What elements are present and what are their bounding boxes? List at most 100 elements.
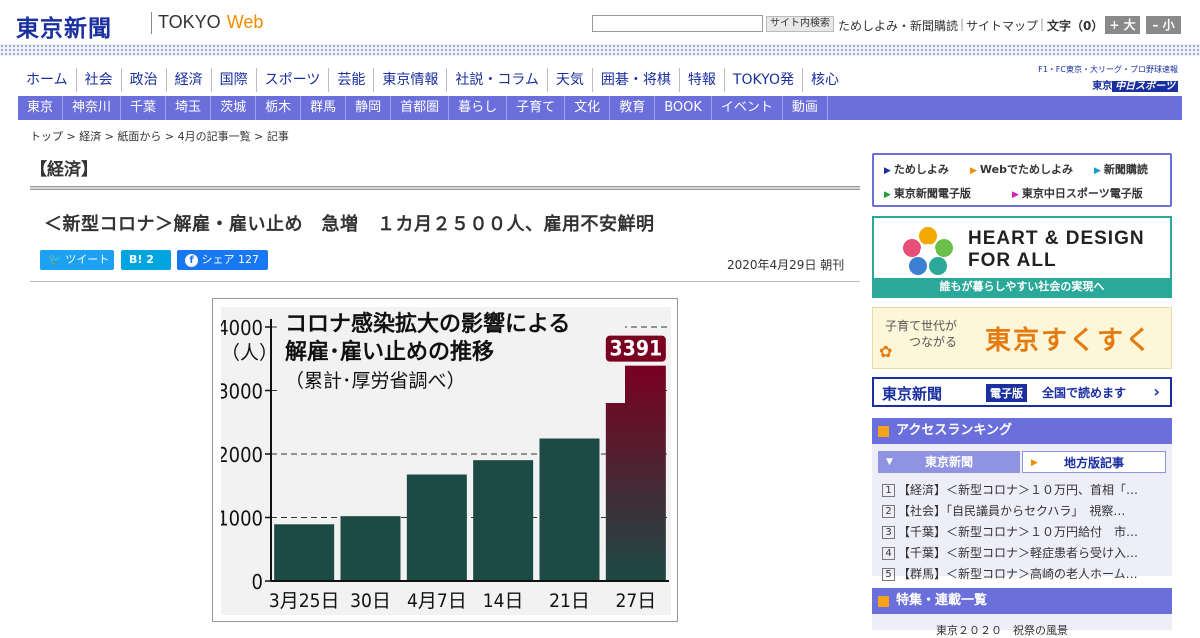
main-nav-item[interactable]: スポーツ xyxy=(257,68,330,92)
facebook-share-button[interactable]: f シェア 127 xyxy=(177,250,268,270)
tab-tokyo-label: 東京新聞 xyxy=(924,455,973,469)
trial-subscribe-link[interactable]: ためしよみ・新聞購読 xyxy=(838,17,958,34)
sitemap-link[interactable]: サイトマップ xyxy=(966,17,1038,34)
logo-divider xyxy=(151,12,152,34)
main-nav-item[interactable]: 政治 xyxy=(122,68,167,92)
promo-chunichi-digital-link[interactable]: ▶ 東京中日スポーツ電子版 xyxy=(1012,185,1143,201)
sub-nav-item[interactable]: 文化 xyxy=(565,96,611,120)
header-dotted-divider xyxy=(0,44,1200,56)
fb-share-label: シェア xyxy=(201,253,235,266)
main-nav-item[interactable]: TOKYO発 xyxy=(725,68,803,92)
ranking-text: 【千葉】＜新型コロナ＞軽症患者ら受け入… xyxy=(898,546,1139,560)
main-nav-item[interactable]: 東京情報 xyxy=(374,68,448,92)
breadcrumb-separator: > xyxy=(161,130,178,143)
main-nav-item[interactable]: 囲碁・将棋 xyxy=(593,68,680,92)
tokyo-web-logo[interactable]: TOKYO Web xyxy=(158,12,263,33)
sub-nav-item[interactable]: 栃木 xyxy=(256,96,302,120)
promo-web-trial-link[interactable]: ▶ Webでためしよみ xyxy=(970,161,1073,177)
ranking-item[interactable]: 4 【千葉】＜新型コロナ＞軽症患者ら受け入… xyxy=(882,544,1162,561)
sub-nav-item[interactable]: 子育て xyxy=(507,96,566,120)
facebook-f-icon: f xyxy=(185,254,198,267)
promo-trial-link[interactable]: ▶ ためしよみ xyxy=(884,161,949,177)
feature-item-partial[interactable]: 東京２０２０ 祝祭の風景 xyxy=(936,622,1068,638)
chunichi-sports-link[interactable]: F1・FC東京・大リーグ・プロ野球速報 東京 中日スポーツ xyxy=(1026,64,1178,92)
main-nav-item[interactable]: 芸能 xyxy=(329,68,375,92)
ranking-item[interactable]: 5 【群馬】＜新型コロナ＞高崎の老人ホーム… xyxy=(882,565,1162,582)
promo-digital-link[interactable]: ▶ 東京新聞電子版 xyxy=(884,185,971,201)
sub-nav-item[interactable]: 暮らし xyxy=(449,96,508,120)
font-smaller-button[interactable]: – 小 xyxy=(1146,16,1181,34)
promo-subscribe-label: 新聞購読 xyxy=(1103,163,1148,176)
feature-header: 特集・連載一覧 xyxy=(872,588,1172,614)
main-nav-item[interactable]: 特報 xyxy=(680,68,725,92)
main-nav-item[interactable]: 核心 xyxy=(803,68,847,92)
sub-nav-item[interactable]: 東京 xyxy=(18,96,64,120)
ranking-item[interactable]: 1 【経済】＜新型コロナ＞１０万円、首相「… xyxy=(882,481,1162,498)
hd-line2: FOR ALL xyxy=(968,250,1057,271)
sub-nav-item[interactable]: BOOK xyxy=(655,96,712,120)
tab-tokyo-shimbun[interactable]: ▼ 東京新聞 xyxy=(878,451,1020,473)
x-tick-label: 27日 xyxy=(615,590,656,612)
publish-date: 2020年4月29日 朝刊 xyxy=(727,258,845,272)
square-bullet-icon xyxy=(878,596,889,607)
promo-subscribe-link[interactable]: ▶ 新聞購読 xyxy=(1094,161,1148,177)
font-larger-button[interactable]: + 大 xyxy=(1105,16,1140,34)
main-nav-item[interactable]: 社会 xyxy=(77,68,122,92)
digital-edition-banner[interactable]: 東京新聞 電子版 全国で読めます › xyxy=(872,377,1172,407)
fb-share-count: 127 xyxy=(238,253,259,266)
ranking-item[interactable]: 3 【千葉】＜新型コロナ＞１０万円給付 市… xyxy=(882,523,1162,540)
sub-nav-item[interactable]: 神奈川 xyxy=(63,96,122,120)
main-nav-item[interactable]: 経済 xyxy=(167,68,212,92)
bar xyxy=(406,474,467,581)
breadcrumb-separator: > xyxy=(250,130,267,143)
heart-design-banner[interactable]: HEART & DESIGN FOR ALL 誰もが暮らしやすい社会の実現へ xyxy=(872,216,1172,298)
sub-nav: 東京 神奈川 千葉 埼玉 茨城 栃木 群馬 静岡 首都圏 暮らし 子育て 文化 教育 BOOK イベント 動画 xyxy=(18,96,1182,120)
sub-nav-item[interactable]: 茨城 xyxy=(211,96,257,120)
site-logo[interactable]: 東京新聞 xyxy=(16,9,112,43)
subscription-promo-box: ▶ ためしよみ ▶ Webでためしよみ ▶ 新聞購読 ▶ 東京新聞電子版 ▶ 東京中日スポ… xyxy=(872,153,1172,207)
x-tick-label: 4月7日 xyxy=(407,590,467,612)
ranking-text: 【群馬】＜新型コロナ＞高崎の老人ホーム… xyxy=(898,567,1138,581)
hatena-count: 2 xyxy=(146,253,154,266)
ranking-number: 5 xyxy=(882,568,895,581)
breadcrumb-item: 記事 xyxy=(266,130,289,143)
site-search-button[interactable]: サイト内検索 xyxy=(766,16,834,32)
sub-nav-item[interactable]: 首都圏 xyxy=(391,96,450,120)
logo-web-text: Web xyxy=(226,12,264,32)
tweet-button[interactable]: 🐦 ツイート xyxy=(40,250,114,270)
promo-trial-label: ためしよみ xyxy=(893,163,949,176)
main-nav-item[interactable]: 国際 xyxy=(212,68,257,92)
sukusuku-title: 東京すくすく xyxy=(985,326,1154,356)
main-nav-item[interactable]: 社説・コラム xyxy=(447,68,548,92)
tokyo-sukusuku-banner[interactable]: 子育て世代が つながる ✿ 東京すくすく xyxy=(872,307,1172,369)
sub-nav-item[interactable]: 千葉 xyxy=(121,96,167,120)
sub-nav-item[interactable]: 埼玉 xyxy=(166,96,212,120)
highlight-value-label: 3391 xyxy=(610,337,663,361)
link-separator: | xyxy=(960,17,965,31)
search-input[interactable] xyxy=(592,15,763,32)
main-nav: ホーム 社会 政治 経済 国際 スポーツ 芸能 東京情報 社説・コラム 天気 囲碁・将棋 特報 TOKY… xyxy=(18,68,847,92)
tab-local-edition[interactable]: ▶ 地方版記事 xyxy=(1022,451,1166,473)
breadcrumb-item[interactable]: 経済 xyxy=(79,130,101,143)
ranking-item[interactable]: 2 【社会】「自民議員からセクハラ」 視察… xyxy=(882,502,1162,519)
ranking-title: アクセスランキング xyxy=(896,423,1012,438)
sub-nav-item[interactable]: イベント xyxy=(712,96,783,120)
triangle-right-icon: ▶ xyxy=(884,166,891,176)
denshi-tag: 電子版 xyxy=(986,384,1027,402)
promo-chunichi-digital-label: 東京中日スポーツ電子版 xyxy=(1021,187,1143,200)
link-separator: | xyxy=(1040,17,1045,31)
chart-subtitle: （累計･厚労省調べ） xyxy=(285,370,466,392)
promo-digital-label: 東京新聞電子版 xyxy=(893,187,971,200)
chevron-right-icon: › xyxy=(1153,382,1160,401)
breadcrumb-item[interactable]: 4月の記事一覧 xyxy=(178,130,251,143)
sub-nav-item[interactable]: 動画 xyxy=(783,96,828,120)
denshi-read-text: 全国で読めます xyxy=(1042,386,1127,400)
sub-nav-item[interactable]: 群馬 xyxy=(301,96,347,120)
sub-nav-item[interactable]: 教育 xyxy=(610,96,656,120)
hatena-bookmark-button[interactable]: B! 2 xyxy=(121,250,171,270)
sub-nav-item[interactable]: 静岡 xyxy=(346,96,392,120)
breadcrumb-item[interactable]: 紙面から xyxy=(117,130,161,143)
main-nav-item[interactable]: 天気 xyxy=(548,68,593,92)
main-nav-item[interactable]: ホーム xyxy=(18,68,77,92)
breadcrumb-item[interactable]: トップ xyxy=(30,130,63,143)
